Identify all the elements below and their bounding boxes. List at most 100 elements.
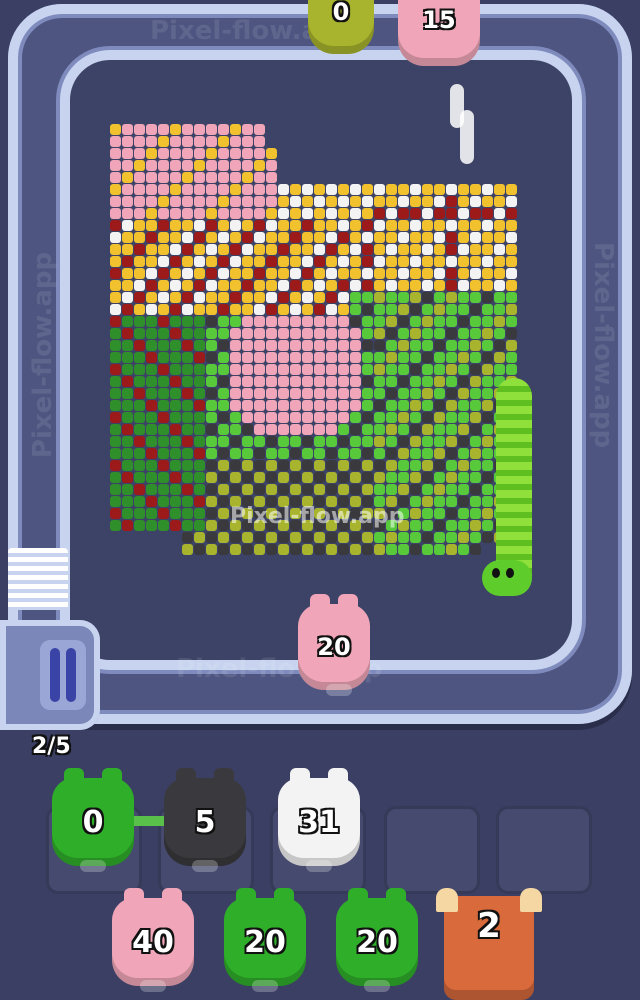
- pixel-block: [134, 268, 145, 279]
- pixel-block: [458, 364, 469, 375]
- pixel-block: [194, 532, 205, 543]
- pixel-block: [398, 208, 409, 219]
- pixel-block: [182, 316, 193, 327]
- waiting-pig-green-2[interactable]: 20: [336, 888, 418, 992]
- pixel-block: [122, 208, 133, 219]
- pixel-block: [314, 268, 325, 279]
- exit-stripes: [8, 548, 68, 610]
- pixel-block: [158, 496, 169, 507]
- pixel-block: [494, 244, 505, 255]
- pixel-block: [398, 184, 409, 195]
- pixel-block: [338, 244, 349, 255]
- pixel-block: [398, 460, 409, 471]
- pixel-block: [242, 472, 253, 483]
- pixel-block: [194, 292, 205, 303]
- pixel-block: [362, 544, 373, 555]
- pixel-block: [302, 532, 313, 543]
- pixel-block: [338, 460, 349, 471]
- pixel-block: [242, 448, 253, 459]
- pixel-block: [434, 436, 445, 447]
- pixel-block: [182, 304, 193, 315]
- pixel-block: [446, 532, 457, 543]
- pixel-block: [290, 484, 301, 495]
- pixel-block: [410, 544, 421, 555]
- pixel-block: [482, 280, 493, 291]
- pixel-block: [386, 364, 397, 375]
- pixel-block: [482, 352, 493, 363]
- pixel-block: [410, 412, 421, 423]
- pixel-block: [242, 292, 253, 303]
- pixel-block: [338, 412, 349, 423]
- pixel-block: [350, 280, 361, 291]
- pixel-block: [290, 256, 301, 267]
- pixel-block: [398, 280, 409, 291]
- pixel-block: [362, 472, 373, 483]
- pixel-block: [410, 280, 421, 291]
- pixel-block: [230, 172, 241, 183]
- queue-pig-black[interactable]: 5: [164, 768, 246, 872]
- pixel-block: [182, 184, 193, 195]
- pixel-block: [362, 460, 373, 471]
- pixel-block: [434, 328, 445, 339]
- pixel-block: [410, 184, 421, 195]
- bull-blocker[interactable]: 2: [436, 888, 542, 1000]
- pixel-block: [422, 496, 433, 507]
- pixel-block: [422, 232, 433, 243]
- queue-pig-green[interactable]: 0: [52, 768, 134, 872]
- queue-pig-white[interactable]: 31: [278, 768, 360, 872]
- pixel-block: [242, 268, 253, 279]
- pixel-block: [230, 232, 241, 243]
- pixel-block: [314, 412, 325, 423]
- pixel-block: [338, 352, 349, 363]
- pixel-block: [482, 208, 493, 219]
- pixel-block: [254, 412, 265, 423]
- pixel-block: [134, 220, 145, 231]
- pixel-block: [254, 316, 265, 327]
- pixel-block: [230, 424, 241, 435]
- pixel-block: [446, 436, 457, 447]
- pixel-block: [266, 436, 277, 447]
- pixel-block: [506, 292, 517, 303]
- pixel-block: [434, 244, 445, 255]
- pixel-block: [266, 172, 277, 183]
- pixel-block: [266, 364, 277, 375]
- pixel-block: [494, 268, 505, 279]
- pixel-block: [110, 316, 121, 327]
- queue-slot-5[interactable]: [496, 806, 592, 894]
- waiting-pig-green-1[interactable]: 20: [224, 888, 306, 992]
- pixel-block: [182, 280, 193, 291]
- pixel-block: [470, 364, 481, 375]
- pixel-block: [458, 412, 469, 423]
- pixel-block: [266, 148, 277, 159]
- pixel-block: [182, 340, 193, 351]
- pixel-block: [122, 280, 133, 291]
- pixel-block: [242, 376, 253, 387]
- pixel-block: [302, 436, 313, 447]
- pixel-block: [146, 412, 157, 423]
- pixel-block: [110, 136, 121, 147]
- pixel-block: [146, 208, 157, 219]
- pixel-block: [506, 352, 517, 363]
- pixel-block: [170, 340, 181, 351]
- pixel-block: [278, 208, 289, 219]
- queue-slot-4[interactable]: [384, 806, 480, 894]
- pixel-block: [110, 232, 121, 243]
- pixel-block: [158, 484, 169, 495]
- pixel-block: [218, 304, 229, 315]
- pixel-block: [170, 256, 181, 267]
- pixel-block: [410, 220, 421, 231]
- pixel-block: [386, 316, 397, 327]
- pixel-block: [482, 532, 493, 543]
- pixel-block: [206, 256, 217, 267]
- pixel-block: [218, 196, 229, 207]
- pixel-block: [110, 172, 121, 183]
- pixel-block: [194, 244, 205, 255]
- pixel-block: [254, 544, 265, 555]
- pixel-block: [338, 208, 349, 219]
- pixel-block: [410, 268, 421, 279]
- pixel-block: [362, 352, 373, 363]
- pixel-block: [158, 364, 169, 375]
- waiting-pig-pink[interactable]: 40: [112, 888, 194, 992]
- pixel-block: [302, 196, 313, 207]
- pixel-block: [422, 412, 433, 423]
